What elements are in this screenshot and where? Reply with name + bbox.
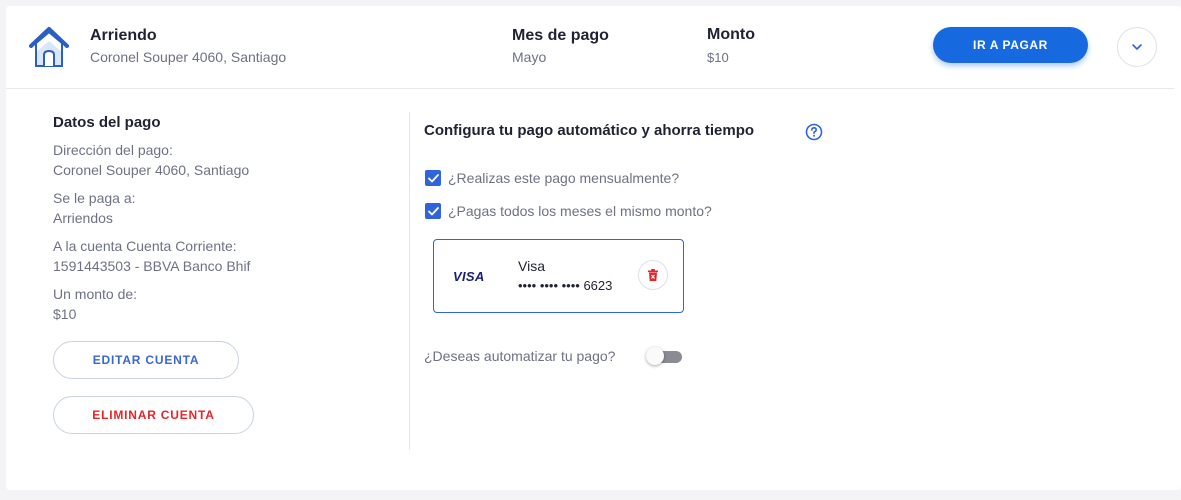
detail-item-payee: Se le paga a: Arriendos [53,188,136,228]
detail-item-amount: Un monto de: $10 [53,284,137,324]
payment-method-card[interactable]: VISA Visa •••• •••• •••• 6623 [433,239,684,313]
trash-icon [648,269,658,281]
question-label: ¿Realizas este pago mensualmente? [448,170,680,186]
question-label: ¿Pagas todos los meses el mismo monto? [448,203,712,219]
detail-label: Se le paga a: [53,190,136,206]
detail-value: $10 [53,306,77,322]
pay-button[interactable]: IR A PAGAR [933,27,1088,63]
payment-header: Arriendo Coronel Souper 4060, Santiago M… [6,6,1174,89]
detail-label: A la cuenta Cuenta Corriente: [53,238,237,254]
detail-value: Coronel Souper 4060, Santiago [53,162,250,178]
chevron-down-icon [1132,44,1142,50]
column-divider [409,112,410,450]
expand-button[interactable] [1117,27,1157,67]
automatic-title: Configura tu pago automático y ahorra ti… [424,122,755,139]
delete-account-button[interactable]: ELIMINAR CUENTA [53,396,254,434]
checkmark-icon [427,173,439,182]
question-same-amount[interactable]: ¿Pagas todos los meses el mismo monto? [425,203,712,219]
checkbox-checked[interactable] [425,170,441,186]
detail-item-account: A la cuenta Cuenta Corriente: 1591443503… [53,236,250,276]
month-label: Mes de pago [512,27,609,44]
toggle-knob [646,347,664,365]
detail-label: Dirección del pago: [53,142,173,158]
payment-title: Arriendo [90,27,157,44]
delete-card-button[interactable] [638,260,668,290]
detail-value: 1591443503 - BBVA Banco Bhif [53,258,251,274]
card-brand: Visa [518,258,545,274]
detail-item-address: Dirección del pago: Coronel Souper 4060,… [53,140,249,180]
payment-card: Arriendo Coronel Souper 4060, Santiago M… [6,6,1181,490]
automate-toggle[interactable] [646,347,682,365]
edit-account-button[interactable]: EDITAR CUENTA [53,341,239,379]
visa-logo: VISA [453,269,485,284]
checkmark-icon [427,206,439,215]
question-monthly[interactable]: ¿Realizas este pago mensualmente? [425,170,679,186]
detail-label: Un monto de: [53,286,138,302]
month-value: Mayo [512,49,547,65]
amount-value: $10 [707,50,729,65]
payment-address: Coronel Souper 4060, Santiago [90,49,287,65]
details-title: Datos del pago [53,114,161,131]
card-number: •••• •••• •••• 6623 [518,278,613,293]
house-icon [29,27,69,67]
checkbox-checked[interactable] [425,203,441,219]
amount-label: Monto [707,26,755,43]
question-circle-icon[interactable] [805,123,823,141]
automate-label: ¿Deseas automatizar tu pago? [424,348,616,364]
detail-value: Arriendos [53,210,113,226]
